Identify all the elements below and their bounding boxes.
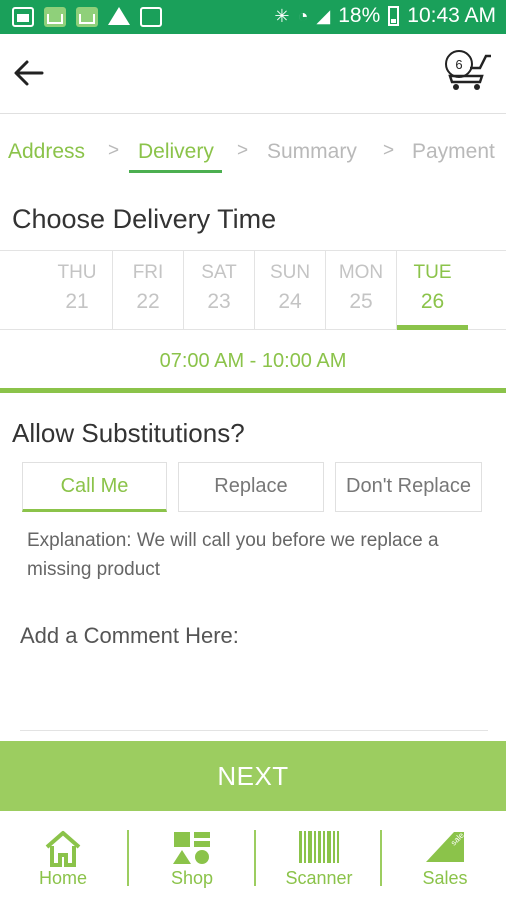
day-thu[interactable]: THU 21 bbox=[42, 251, 113, 330]
substitutions-title: Allow Substitutions? bbox=[12, 418, 245, 448]
app-bar: 6 bbox=[0, 34, 506, 114]
day-sat[interactable]: SAT 23 bbox=[184, 251, 255, 330]
nav-scanner[interactable]: Scanner bbox=[256, 820, 382, 896]
nav-scanner-label: Scanner bbox=[285, 868, 353, 888]
next-button[interactable]: NEXT bbox=[0, 741, 506, 811]
battery-icon bbox=[388, 6, 400, 26]
nav-home-label: Home bbox=[38, 868, 87, 888]
day-mon[interactable]: MON 25 bbox=[326, 251, 397, 330]
nav-sales[interactable]: sale Sales bbox=[382, 820, 506, 896]
shapes-icon bbox=[173, 832, 210, 864]
battery-percent: 18% bbox=[338, 4, 381, 27]
step-address[interactable]: Address bbox=[8, 140, 85, 164]
step-separator: > bbox=[108, 140, 120, 161]
day-picker: THU 21 FRI 22 SAT 23 SUN 24 MON 25 TUE 2… bbox=[0, 250, 506, 330]
day-sun[interactable]: SUN 24 bbox=[255, 251, 326, 330]
home-icon bbox=[45, 831, 81, 867]
cart-icon[interactable]: 6 bbox=[442, 46, 494, 92]
step-separator: > bbox=[237, 140, 249, 161]
wifi-icon: ◔ bbox=[297, 5, 309, 26]
barcode-icon bbox=[299, 831, 339, 863]
bluetooth-icon: ✳ bbox=[274, 5, 290, 26]
drive-icon bbox=[108, 7, 130, 25]
replace-option[interactable]: Replace bbox=[178, 462, 324, 512]
delivery-time-title: Choose Delivery Time bbox=[12, 204, 277, 234]
arrow-left-icon[interactable] bbox=[12, 56, 46, 90]
bottom-navigation: Home Shop Scanner sale Sales bbox=[0, 820, 506, 900]
checkout-steps: Address > Delivery > Summary > Payment bbox=[0, 136, 506, 176]
nav-shop[interactable]: Shop bbox=[129, 820, 255, 896]
system-status: ✳ ◔ ◢ 18% 10:43 AM bbox=[274, 4, 496, 28]
basket-icon bbox=[44, 7, 66, 27]
calendar-icon bbox=[140, 7, 162, 27]
signal-icon: ◢ bbox=[316, 5, 331, 26]
day-tue[interactable]: TUE 26 bbox=[397, 251, 468, 330]
step-payment: Payment bbox=[412, 140, 495, 163]
substitution-explanation: Explanation: We will call you before we … bbox=[27, 530, 439, 580]
day-fri[interactable]: FRI 22 bbox=[113, 251, 184, 330]
clock: 10:43 AM bbox=[407, 4, 496, 27]
step-summary: Summary bbox=[267, 140, 357, 163]
status-bar: ✳ ◔ ◢ 18% 10:43 AM bbox=[0, 0, 506, 34]
sale-tag-icon: sale bbox=[426, 830, 466, 862]
basket-icon bbox=[76, 7, 98, 27]
step-separator: > bbox=[383, 140, 395, 161]
notification-icons bbox=[12, 7, 162, 27]
nav-sales-label: Sales bbox=[422, 868, 468, 888]
dont-replace-option[interactable]: Don't Replace bbox=[335, 462, 482, 512]
call-me-option[interactable]: Call Me bbox=[22, 462, 167, 512]
comment-input[interactable] bbox=[20, 730, 488, 731]
time-slot-selector[interactable]: 07:00 AM - 10:00 AM bbox=[0, 331, 506, 393]
nav-home[interactable]: Home bbox=[0, 820, 126, 896]
gallery-icon bbox=[12, 7, 34, 27]
comment-label: Add a Comment Here: bbox=[20, 623, 239, 648]
cart-count: 6 bbox=[455, 57, 462, 72]
step-delivery[interactable]: Delivery bbox=[129, 140, 222, 173]
nav-shop-label: Shop bbox=[170, 868, 214, 888]
